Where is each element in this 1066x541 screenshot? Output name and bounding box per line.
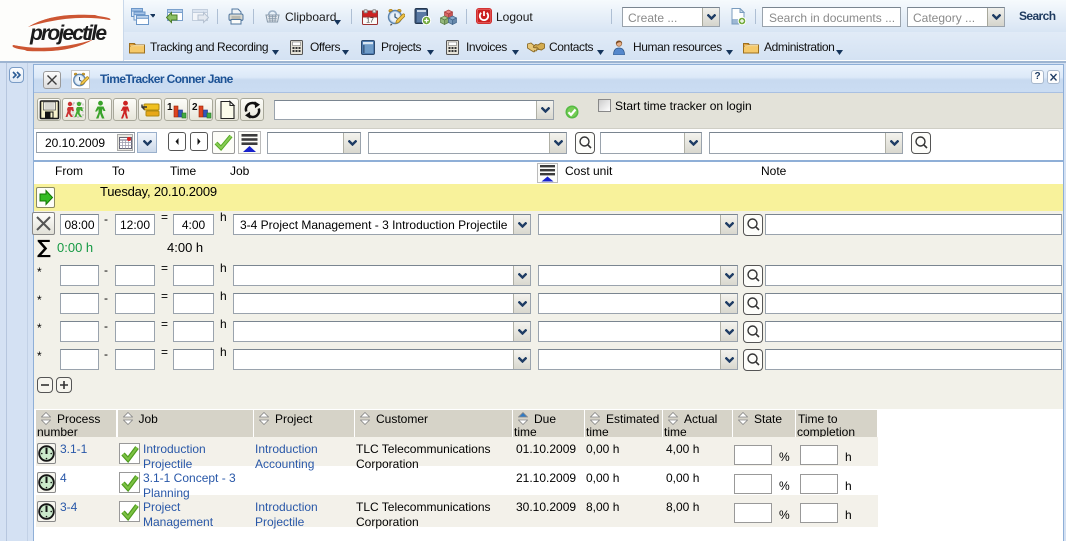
svg-text:17: 17 <box>366 18 374 25</box>
svg-text:2: 2 <box>192 102 198 113</box>
svg-text:projectile: projectile <box>29 22 107 45</box>
svg-text:1: 1 <box>167 102 173 113</box>
